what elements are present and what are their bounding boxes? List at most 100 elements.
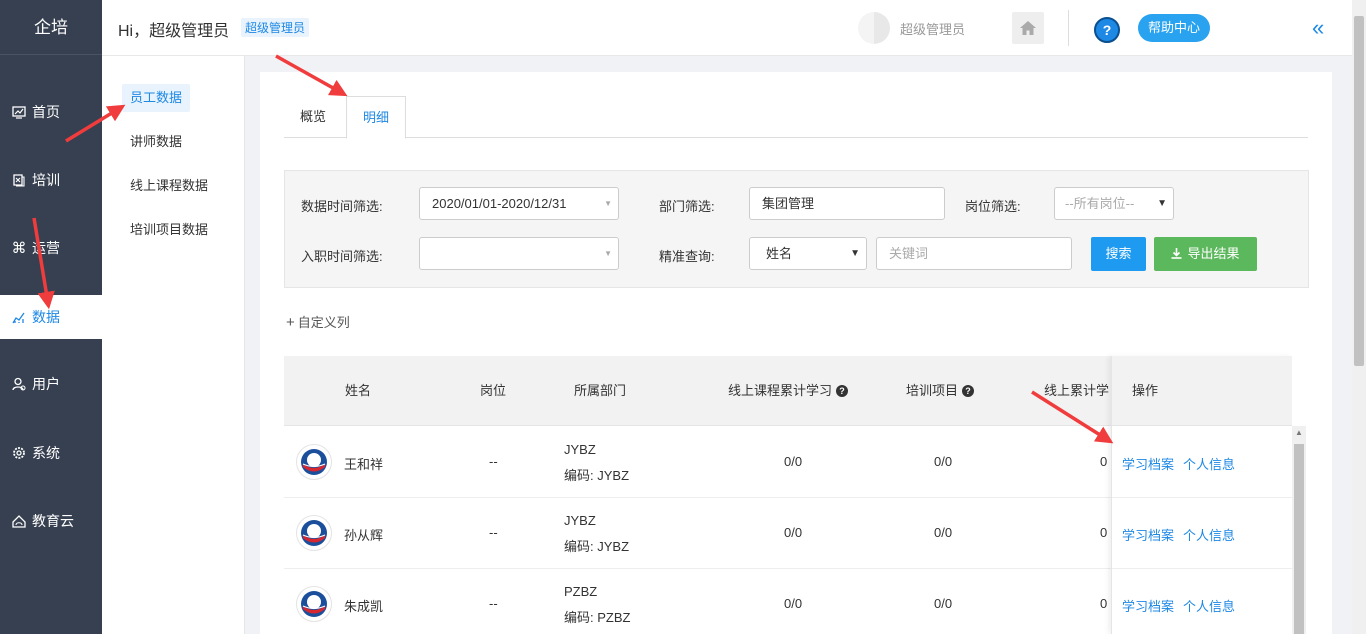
employee-dept-code: 编码: JYBZ [564,468,630,483]
gear-icon [11,445,27,461]
role-badge: 超级管理员 [241,18,310,37]
tab-overview[interactable]: 概览 [284,96,342,138]
caret-down-icon: ▼ [1157,198,1167,209]
query-type-select[interactable]: 姓名 ▼ [749,237,867,270]
employee-name: 王和祥 [344,457,384,472]
search-button[interactable]: 搜索 [1091,237,1146,271]
help-icon[interactable]: ? [962,385,975,397]
collapse-sidebar-icon[interactable]: « [1312,14,1336,42]
home-icon [1020,21,1036,35]
caret-down-icon: ▼ [850,248,860,259]
project-progress: 0/0 [934,525,953,540]
keyword-input[interactable]: 关键词 [876,237,1072,270]
nav-item-data[interactable]: 数据 [0,295,102,339]
online-total: 0 [1100,454,1108,469]
col-header-dept: 所属部门 [574,383,627,398]
nav-item-label: 数据 [32,309,60,325]
export-button[interactable]: 导出结果 [1154,237,1257,271]
learning-archive-link[interactable]: 学习档案 [1122,596,1174,615]
date-range-value: 2020/01/01-2020/12/31 [432,196,567,211]
keyword-placeholder: 关键词 [889,246,929,261]
date-range-select[interactable]: 2020/01/01-2020/12/31 ▼ [419,187,619,220]
personal-info-link[interactable]: 个人信息 [1183,596,1235,615]
scroll-up-arrow-icon[interactable]: ▲ [1295,428,1303,437]
subnav-item-lecturer-data[interactable]: 讲师数据 [122,128,190,156]
precise-query-label: 精准查询: [659,249,715,264]
personal-info-link[interactable]: 个人信息 [1183,525,1235,544]
subnav-item-employee-data[interactable]: 员工数据 [122,84,191,112]
caret-down-icon: ▼ [604,199,612,208]
personal-info-link[interactable]: 个人信息 [1183,454,1235,473]
command-icon: ⌘ [11,240,27,257]
employee-name: 朱成凯 [344,599,384,614]
row-actions: 学习档案 个人信息 [1112,498,1292,569]
page-scrollbar-thumb[interactable] [1354,16,1364,366]
main-nav: 企培 首页 培训 ⌘ 运营 数据 用户 系统 教育云 [0,0,102,634]
nav-item-system[interactable]: 系统 [0,431,102,475]
download-icon [1171,248,1182,259]
online-course-progress: 0/0 [784,454,803,469]
table-scrollbar[interactable]: ▲ [1292,426,1306,634]
nav-item-home[interactable]: 首页 [0,90,102,134]
detail-tabs: 概览 明细 [284,96,1308,139]
employee-name: 孙从辉 [344,528,384,543]
nav-item-label: 首页 [32,104,60,120]
nav-item-training[interactable]: 培训 [0,158,102,202]
learning-archive-link[interactable]: 学习档案 [1122,525,1174,544]
user-icon [11,376,27,392]
filter-bar: 数据时间筛选: 2020/01/01-2020/12/31 ▼ 部门筛选: 集团… [284,170,1309,288]
nav-item-operations[interactable]: ⌘ 运营 [0,226,102,270]
dept-filter-value: 集团管理 [762,196,815,211]
page-scrollbar[interactable] [1352,0,1366,634]
home-button[interactable] [1012,12,1044,44]
employee-post: -- [489,596,498,611]
row-actions: 学习档案 个人信息 [1112,427,1292,498]
col-header-operations: 操作 [1132,383,1159,398]
dept-filter-label: 部门筛选: [659,199,715,214]
brand-logo[interactable]: 企培 [0,0,102,55]
employee-dept: JYBZ [564,513,596,528]
user-role-label[interactable]: 超级管理员 [900,19,965,38]
project-progress: 0/0 [934,454,953,469]
dashboard-icon [11,104,27,120]
help-icon[interactable]: ? [836,385,849,397]
join-date-filter-label: 入职时间筛选: [301,249,383,264]
query-type-value: 姓名 [766,246,793,261]
employee-dept: JYBZ [564,442,596,457]
online-course-progress: 0/0 [784,525,803,540]
col-header-project-label: 培训项目 [906,383,959,398]
date-filter-label: 数据时间筛选: [301,199,383,214]
col-header-online-course: 线上课程累计学习? [728,356,849,426]
plus-icon: + [286,314,295,331]
nav-item-label: 系统 [32,445,60,461]
avatar [296,586,332,622]
post-filter-value: --所有岗位-- [1065,196,1135,211]
help-question-icon[interactable]: ? [1094,17,1120,43]
caret-down-icon: ▼ [604,249,612,258]
custom-columns-button[interactable]: + 自定义列 [286,312,350,331]
nav-item-users[interactable]: 用户 [0,362,102,406]
dept-filter-input[interactable]: 集团管理 [749,187,945,220]
employee-dept-code: 编码: JYBZ [564,539,630,554]
join-date-select[interactable]: ▼ [419,237,619,270]
employee-post: -- [489,454,498,469]
help-center-button[interactable]: 帮助中心 [1138,14,1211,42]
learning-archive-link[interactable]: 学习档案 [1122,454,1174,473]
subnav-item-online-course-data[interactable]: 线上课程数据 [122,172,216,200]
operations-column: 操作 学习档案 个人信息 学习档案 个人信息 学习档案 个人信息 [1111,356,1292,634]
subnav-item-project-data[interactable]: 培训项目数据 [122,216,216,244]
employee-dept-code: 编码: PZBZ [564,610,631,625]
table-scrollbar-thumb[interactable] [1294,444,1304,634]
header-divider [1068,10,1069,46]
col-header-operations-cell: 操作 [1112,356,1292,426]
avatar [296,515,332,551]
col-header-online-course-label: 线上课程累计学习 [728,383,833,398]
cloud-home-icon [11,513,27,529]
tab-detail[interactable]: 明细 [346,96,407,139]
main-panel: 概览 明细 数据时间筛选: 2020/01/01-2020/12/31 ▼ 部门… [260,72,1332,634]
online-total: 0 [1100,525,1108,540]
nav-item-label: 运营 [32,240,60,256]
nav-item-edu-cloud[interactable]: 教育云 [0,499,102,543]
col-header-post: 岗位 [480,383,507,398]
post-filter-select[interactable]: --所有岗位-- ▼ [1054,187,1174,220]
